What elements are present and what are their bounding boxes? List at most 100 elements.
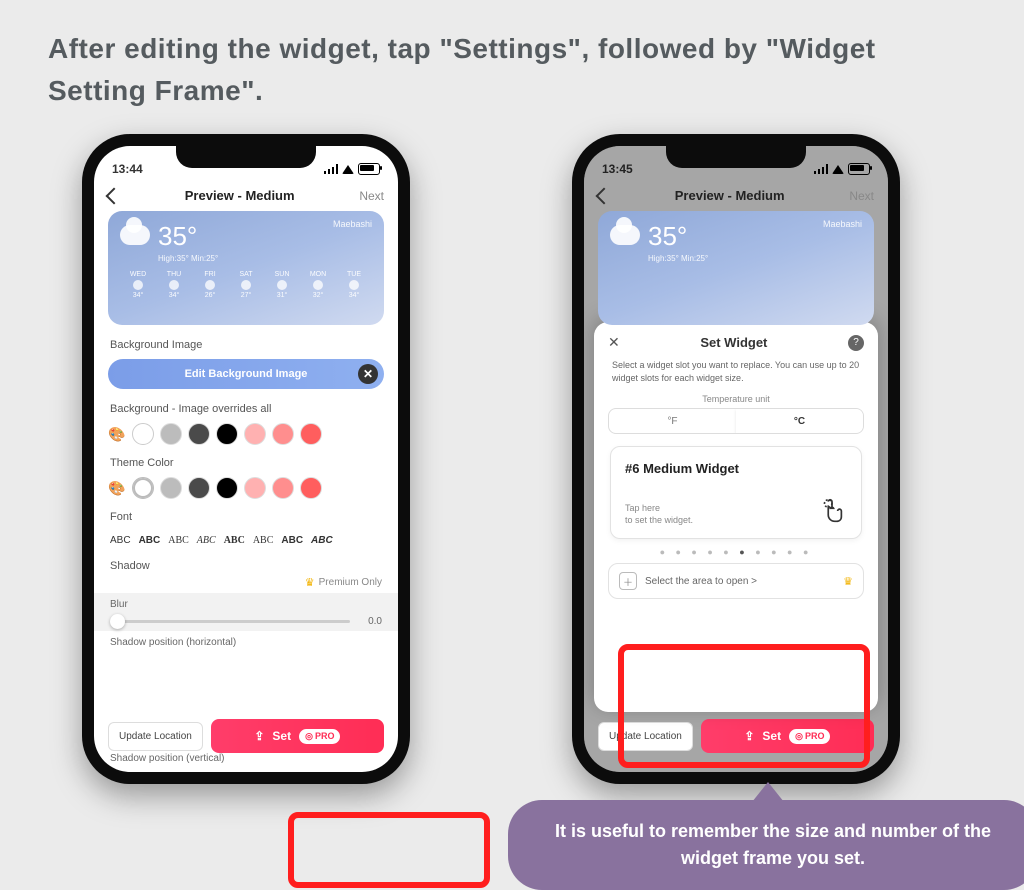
select-area-card[interactable]: ＋ Select the area to open > ♛: [608, 563, 864, 599]
widget-slot-card[interactable]: #6 Medium Widget Tap here to set the wid…: [610, 446, 862, 539]
weather-hilo: High:35° Min:25°: [648, 254, 708, 263]
next-button[interactable]: Next: [849, 189, 874, 203]
annotation-bubble: It is useful to remember the size and nu…: [508, 800, 1024, 890]
swatch[interactable]: [188, 477, 210, 499]
blur-value: 0.0: [358, 616, 382, 627]
unit-c[interactable]: °C: [736, 409, 863, 433]
nav-title: Preview - Medium: [675, 188, 785, 203]
swatch[interactable]: [216, 477, 238, 499]
bottom-bar: Update Location ⇪ Set ◎PRO: [94, 716, 398, 756]
page-dots: ● ● ● ● ● ● ● ● ● ●: [608, 547, 864, 557]
temp-unit-segment[interactable]: °F °C: [608, 408, 864, 434]
bg-swatches: 🎨: [94, 419, 398, 453]
swatch[interactable]: [216, 423, 238, 445]
battery-icon: [848, 163, 870, 175]
set-button[interactable]: ⇪ Set ◎PRO: [211, 719, 384, 753]
phone-right: 13:45 Preview - Medium Next Maebashi 35°: [572, 134, 900, 784]
status-time: 13:44: [112, 162, 143, 176]
slot-name: #6 Medium Widget: [625, 461, 847, 476]
font-option[interactable]: ABC: [279, 533, 305, 548]
weather-temp: 35°: [158, 221, 218, 252]
weather-hilo: High:35° Min:25°: [158, 254, 218, 263]
notch: [176, 146, 316, 168]
font-options: ABC ABC ABC ABC ABC ABC ABC ABC: [94, 527, 398, 556]
battery-icon: [358, 163, 380, 175]
slider-thumb[interactable]: [110, 614, 125, 629]
upload-icon: ⇪: [254, 729, 264, 743]
cloud-icon: [120, 225, 150, 245]
font-option[interactable]: ABC: [309, 533, 335, 548]
crown-icon: ♛: [305, 576, 315, 589]
sheet-title: Set Widget: [700, 335, 767, 350]
back-icon[interactable]: [106, 187, 123, 204]
nav-title: Preview - Medium: [185, 188, 295, 203]
annotation-highlight-set: [288, 812, 490, 888]
palette-icon[interactable]: 🎨: [108, 480, 126, 497]
font-option[interactable]: ABC: [222, 533, 247, 548]
status-icons: [814, 163, 870, 175]
swatch[interactable]: [272, 477, 294, 499]
phone-mockups-area: 13:44 Preview - Medium Next Maebashi 35°: [0, 112, 1024, 772]
font-option[interactable]: ABC: [251, 533, 276, 548]
slider-track[interactable]: [110, 620, 350, 623]
set-widget-sheet: ✕ Set Widget ? Select a widget slot you …: [594, 322, 878, 712]
label-shadow-h: Shadow position (horizontal): [94, 631, 398, 654]
notch: [666, 146, 806, 168]
update-location-button[interactable]: Update Location: [598, 722, 693, 751]
label-shadow: Shadow: [110, 560, 150, 572]
font-option[interactable]: ABC: [166, 533, 191, 548]
palette-icon[interactable]: 🎨: [108, 426, 126, 443]
temp-unit-label: Temperature unit: [608, 394, 864, 404]
premium-badge: ♛ Premium Only: [94, 576, 398, 589]
set-label: Set: [272, 729, 291, 743]
pro-badge: ◎PRO: [789, 729, 830, 744]
tap-hint: Tap here to set the widget.: [625, 503, 693, 526]
status-time: 13:45: [602, 162, 633, 176]
forecast-row: WED34° THU34° FRI26° SAT27° SUN31° MON32…: [120, 271, 372, 299]
unit-f[interactable]: °F: [609, 409, 736, 433]
theme-swatches: 🎨: [94, 473, 398, 507]
set-label: Set: [762, 729, 781, 743]
clear-bg-icon[interactable]: ✕: [358, 364, 378, 384]
wifi-icon: [342, 165, 354, 174]
crown-icon: ♛: [843, 575, 853, 588]
swatch[interactable]: [272, 423, 294, 445]
label-font: Font: [94, 507, 398, 527]
swatch[interactable]: [300, 477, 322, 499]
help-icon[interactable]: ?: [848, 335, 864, 351]
signal-icon: [324, 164, 338, 174]
back-icon[interactable]: [596, 187, 613, 204]
label-bg-image: Background Image: [94, 335, 398, 355]
update-location-button[interactable]: Update Location: [108, 722, 203, 751]
label-bg-override: Background - Image overrides all: [94, 399, 398, 419]
select-area-label: Select the area to open >: [645, 576, 757, 587]
font-option[interactable]: ABC: [195, 533, 218, 548]
signal-icon: [814, 164, 828, 174]
font-option[interactable]: ABC: [137, 533, 163, 548]
weather-location: Maebashi: [333, 219, 372, 229]
nav-bar: Preview - Medium Next: [94, 182, 398, 211]
edit-bg-button[interactable]: Edit Background Image ✕: [108, 359, 384, 389]
swatch[interactable]: [244, 423, 266, 445]
font-option[interactable]: ABC: [108, 533, 133, 548]
swatch[interactable]: [244, 477, 266, 499]
blur-label: Blur: [110, 599, 382, 610]
close-icon[interactable]: ✕: [608, 334, 620, 351]
set-button[interactable]: ⇪ Set ◎PRO: [701, 719, 874, 753]
swatch[interactable]: [300, 423, 322, 445]
swatch[interactable]: [188, 423, 210, 445]
phone-left: 13:44 Preview - Medium Next Maebashi 35°: [82, 134, 410, 784]
label-theme: Theme Color: [94, 453, 398, 473]
sheet-description: Select a widget slot you want to replace…: [612, 359, 860, 384]
weather-location: Maebashi: [823, 219, 862, 229]
swatch[interactable]: [160, 477, 182, 499]
swatch[interactable]: [160, 423, 182, 445]
wifi-icon: [832, 165, 844, 174]
edit-bg-label: Edit Background Image: [185, 368, 308, 380]
screen-left: 13:44 Preview - Medium Next Maebashi 35°: [94, 146, 398, 772]
swatch[interactable]: [132, 423, 154, 445]
next-button[interactable]: Next: [359, 189, 384, 203]
upload-icon: ⇪: [744, 729, 754, 743]
pro-badge: ◎PRO: [299, 729, 340, 744]
swatch-selected[interactable]: [132, 477, 154, 499]
